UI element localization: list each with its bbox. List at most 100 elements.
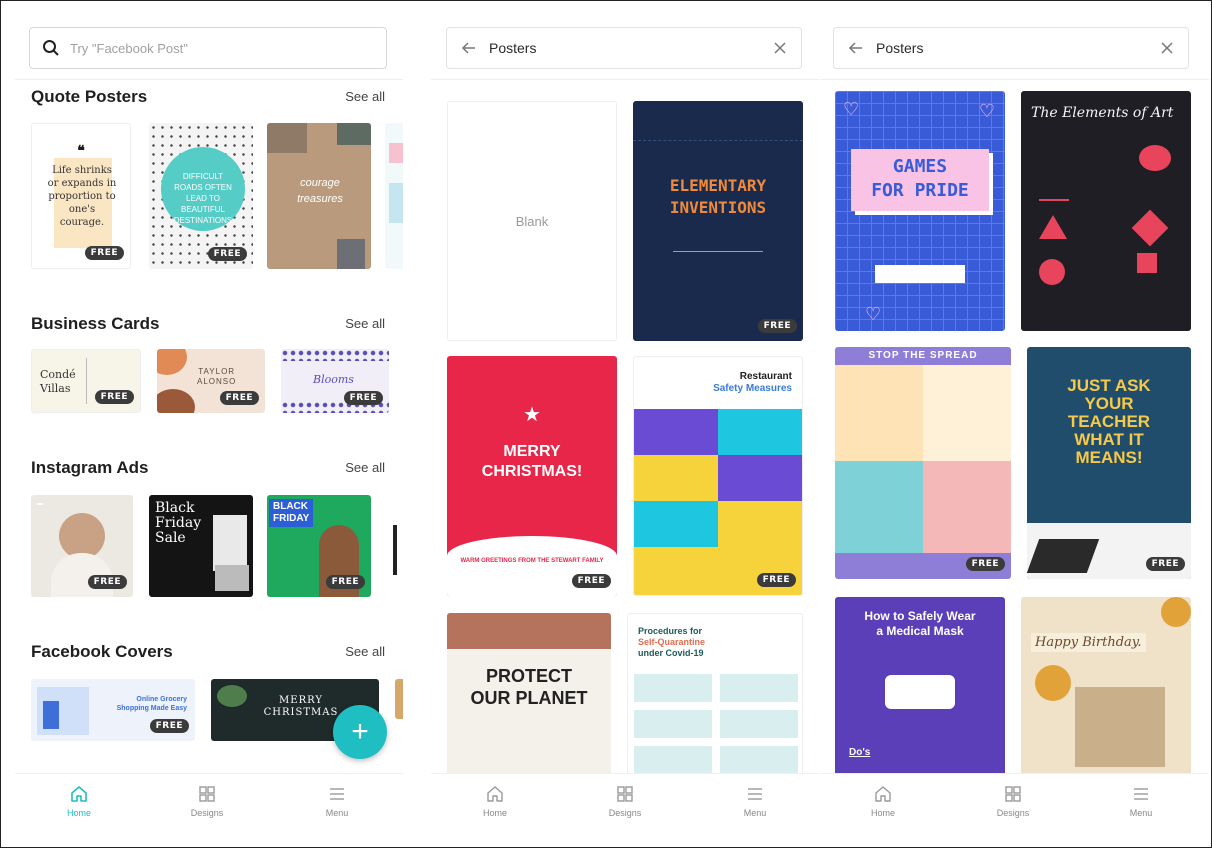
header-title: Posters <box>489 40 537 56</box>
poster-medical-mask[interactable]: How to Safely Wear a Medical Mask Do's <box>835 597 1005 783</box>
see-all-instagram-ads[interactable]: See all <box>345 460 385 475</box>
see-all-business-cards[interactable]: See all <box>345 316 385 331</box>
headline-line: Restaurant <box>739 371 792 382</box>
nav-designs[interactable]: Designs <box>167 784 247 818</box>
poster-headline: PROTECT OUR PLANET <box>447 665 611 709</box>
laptop-shape <box>1027 539 1100 573</box>
photo-block <box>1075 687 1165 767</box>
headline-line: TEACHER <box>1067 412 1151 431</box>
create-design-fab-button[interactable]: + <box>333 705 387 759</box>
business-card-thumb-3[interactable]: Blooms FREE <box>281 349 389 413</box>
nav-home[interactable]: Home <box>39 784 119 818</box>
quote-poster-thumb-2[interactable]: DIFFICULT ROADS OFTEN LEAD TO BEAUTIFUL … <box>149 123 253 269</box>
business-card-thumb-2[interactable]: TAYLOR ALONSO FREE <box>157 349 265 413</box>
bottom-navigation: Home Designs Menu <box>15 773 403 833</box>
nav-menu[interactable]: Menu <box>297 784 377 818</box>
flower-decor <box>1035 665 1071 701</box>
cover-text: Online Grocery Shopping Made Easy <box>103 695 187 713</box>
instagram-ad-thumb-1[interactable]: FREE <box>31 495 133 597</box>
business-card-thumb-1[interactable]: Condé Villas FREE <box>31 349 141 413</box>
instagram-ad-thumb-3[interactable]: BLACK FRIDAY FREE <box>267 495 371 597</box>
nav-home[interactable]: Home <box>455 784 535 818</box>
screenshot-frame: Try "Facebook Post" Quote Posters See al… <box>0 0 1212 848</box>
ad-line: Sale <box>155 530 186 546</box>
close-icon[interactable] <box>1160 41 1174 55</box>
card-line: Villas <box>40 382 71 395</box>
poster-self-quarantine[interactable]: Procedures for Self-Quarantine under Cov… <box>627 613 803 783</box>
instagram-ad-thumb-2[interactable]: Black Friday Sale <box>149 495 253 597</box>
header-title: Posters <box>876 40 924 56</box>
quote-poster-thumb-1[interactable]: ❝ Life shrinks or expands in proportion … <box>31 123 131 269</box>
nav-menu[interactable]: Menu <box>715 784 795 818</box>
divider <box>673 251 763 271</box>
instagram-ad-thumb-4-partial[interactable] <box>385 495 403 597</box>
nav-designs[interactable]: Designs <box>585 784 665 818</box>
posters-panel-1: Posters Blank ELEMENTARY INVENTIONS FREE… <box>431 11 819 833</box>
cover-text: MERRY CHRISTMAS <box>251 695 351 719</box>
info-block <box>634 501 718 547</box>
poster-happy-birthday[interactable]: Happy Birthday. <box>1021 597 1191 783</box>
dos-label: Do's <box>849 747 871 758</box>
headline-line: PROTECT <box>485 666 572 686</box>
card-line: Condé <box>40 368 76 381</box>
photo-scrap <box>337 123 371 145</box>
headline-line: YOUR <box>1084 394 1134 413</box>
blank-poster-option[interactable]: Blank <box>447 101 617 341</box>
back-arrow-icon[interactable] <box>461 40 477 56</box>
poster-footer: WARM GREETINGS FROM THE STEWART FAMILY <box>460 558 604 564</box>
nav-home[interactable]: Home <box>843 784 923 818</box>
free-badge: FREE <box>94 390 134 404</box>
headline-line: OUR PLANET <box>470 688 588 708</box>
see-all-facebook-covers[interactable]: See all <box>345 644 385 659</box>
search-bar[interactable]: Try "Facebook Post" <box>29 27 387 69</box>
headline-line: under Covid-19 <box>638 648 704 658</box>
grid-icon <box>199 786 215 802</box>
heart-icon: ♡ <box>865 304 882 324</box>
poster-just-ask-your-teacher[interactable]: JUST ASK YOUR TEACHER WHAT IT MEANS! FRE… <box>1027 347 1191 579</box>
nav-designs[interactable]: Designs <box>973 784 1053 818</box>
quote-word: treasures <box>297 193 343 205</box>
poster-stop-the-spread[interactable]: STOP THE SPREAD FREE <box>835 347 1011 579</box>
mask-illustration <box>885 675 955 709</box>
poster-protect-our-planet[interactable]: PROTECT OUR PLANET <box>447 613 611 783</box>
free-badge: FREE <box>965 557 1005 571</box>
ad-line: Black <box>155 500 195 516</box>
poster-restaurant-safety[interactable]: Restaurant Safety Measures FREE <box>633 356 803 596</box>
free-badge: FREE <box>325 575 365 589</box>
poster-elementary-inventions[interactable]: ELEMENTARY INVENTIONS FREE <box>633 101 803 341</box>
headline-line: GAMES <box>892 156 948 177</box>
circuit-decor <box>633 101 803 141</box>
poster-merry-christmas[interactable]: ★ MERRY CHRISTMAS! WARM GREETINGS FROM T… <box>447 356 617 596</box>
nav-designs-label: Designs <box>996 808 1030 818</box>
back-arrow-icon[interactable] <box>848 40 864 56</box>
info-box <box>875 265 965 283</box>
decor-shape <box>157 349 187 375</box>
quote-poster-thumb-4-partial[interactable] <box>385 123 403 269</box>
poster-elements-of-art[interactable]: The Elements of Art <box>1021 91 1191 331</box>
ad-tag <box>37 503 43 505</box>
posters-header: Posters <box>446 27 802 69</box>
cover-line: Shopping Made Easy <box>116 705 187 712</box>
facebook-cover-thumb-3-partial[interactable] <box>395 679 403 719</box>
heart-icon: ♡ <box>978 101 995 121</box>
nav-designs-label: Designs <box>608 808 642 818</box>
facebook-cover-thumb-1[interactable]: Online Grocery Shopping Made Easy FREE <box>31 679 195 741</box>
nav-menu[interactable]: Menu <box>1101 784 1181 818</box>
info-block <box>634 710 712 738</box>
cover-line: MERRY <box>279 695 323 706</box>
free-badge: FREE <box>219 391 259 405</box>
info-block <box>634 674 712 702</box>
headline-line: How to Safely Wear <box>864 609 976 623</box>
nav-designs-label: Designs <box>190 808 224 818</box>
section-title-quote-posters: Quote Posters <box>31 87 148 106</box>
quote-poster-thumb-3[interactable]: courage treasures <box>267 123 371 269</box>
poster-games-for-pride[interactable]: GAMES FOR PRIDE ♡ ♡ ♡ <box>835 91 1005 331</box>
info-block <box>923 365 1011 461</box>
quote-poster-text: Life shrinks or expands in proportion to… <box>47 165 117 228</box>
card-text: Blooms <box>313 373 354 386</box>
search-input[interactable]: Try "Facebook Post" <box>70 41 188 56</box>
blank-label: Blank <box>515 214 549 229</box>
see-all-quote-posters[interactable]: See all <box>345 89 385 104</box>
home-icon <box>487 786 503 802</box>
close-icon[interactable] <box>773 41 787 55</box>
